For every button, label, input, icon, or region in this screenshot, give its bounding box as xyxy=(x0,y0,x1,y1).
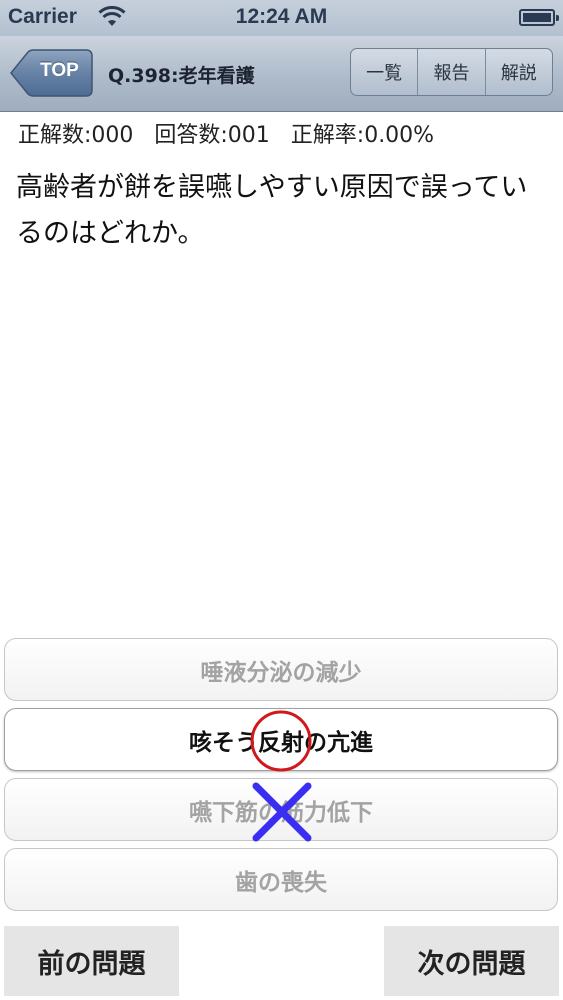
battery-icon xyxy=(519,9,559,26)
explanation-button[interactable]: 解説 xyxy=(484,49,552,95)
back-button-label: TOP xyxy=(40,60,79,81)
question-text: 高齢者が餅を誤嚥しやすい原因で誤っているのはどれか。 xyxy=(16,172,528,249)
wrong-cross-icon xyxy=(252,782,312,842)
answer-label: 歯の喪失 xyxy=(235,869,327,896)
list-button[interactable]: 一覧 xyxy=(351,49,417,95)
navigation-bar: TOP Q.398:老年看護 一覧 報告 解説 xyxy=(0,36,563,112)
correct-rate: 正解率:0.00% xyxy=(290,123,435,148)
correct-circle-icon xyxy=(250,710,312,772)
previous-question-button[interactable]: 前の問題 xyxy=(4,926,179,996)
answered-count: 回答数:001 xyxy=(154,123,270,148)
answer-label: 唾液分泌の減少 xyxy=(200,659,362,686)
score-stats: 正解数:000 回答数:001 正解率:0.00% xyxy=(18,117,434,149)
answer-choice-4[interactable]: 歯の喪失 xyxy=(4,848,558,911)
question-title: Q.398:老年看護 xyxy=(108,65,255,87)
next-question-button[interactable]: 次の問題 xyxy=(384,926,559,996)
segmented-control: 一覧 報告 解説 xyxy=(350,48,553,96)
status-bar: Carrier 12:24 AM xyxy=(0,0,563,36)
correct-count: 正解数:000 xyxy=(18,123,134,148)
clock: 12:24 AM xyxy=(235,5,328,28)
top-back-button[interactable]: TOP xyxy=(10,49,93,97)
report-button[interactable]: 報告 xyxy=(417,49,484,95)
answer-choice-1[interactable]: 唾液分泌の減少 xyxy=(4,638,558,701)
